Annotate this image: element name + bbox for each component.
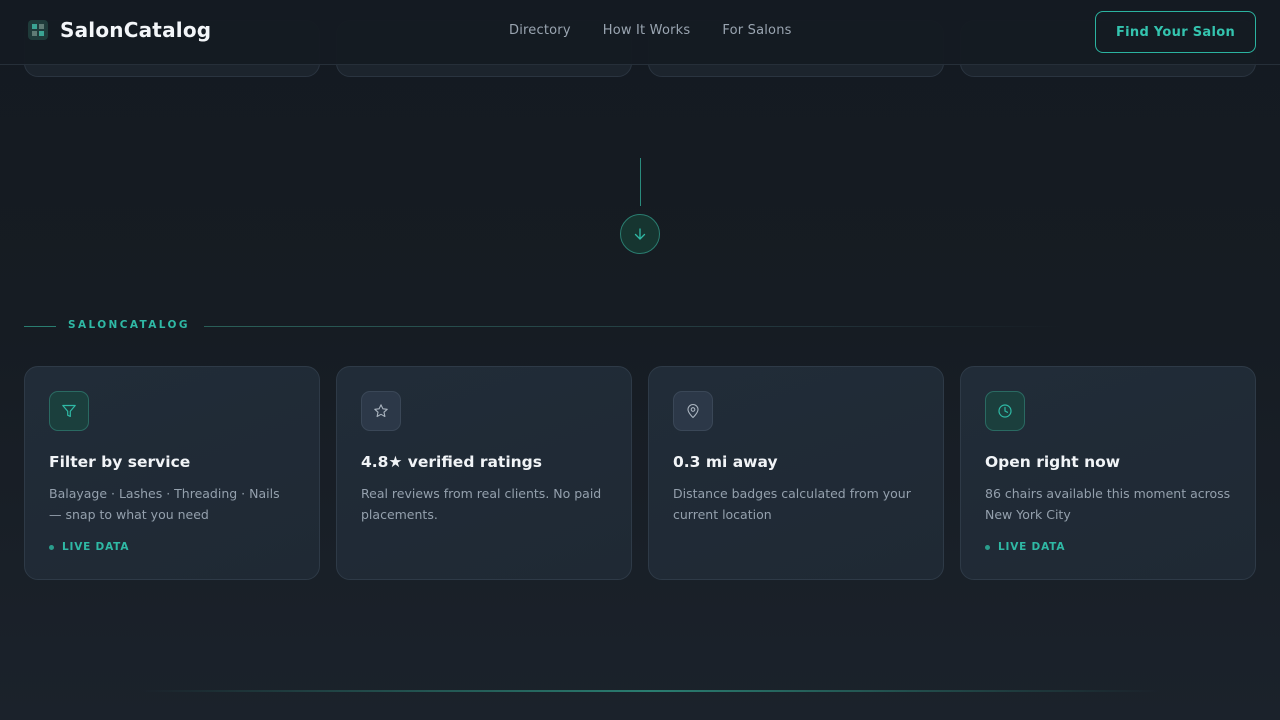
live-data-label: LIVE DATA [998, 541, 1066, 553]
scroll-indicator-line [640, 158, 641, 206]
logo-icon [28, 20, 48, 40]
card-title: 4.8★ verified ratings [361, 453, 542, 471]
map-pin-icon [673, 391, 713, 431]
page: SalonCatalog Directory How It Works For … [0, 0, 1280, 720]
star-icon [361, 391, 401, 431]
bottom-divider-glow [140, 690, 1160, 692]
filter-icon [49, 391, 89, 431]
nav-how-it-works[interactable]: How It Works [603, 23, 691, 38]
card-description: 86 chairs available this moment across N… [985, 486, 1231, 522]
live-data-badge: LIVE DATA [49, 541, 129, 553]
card-description: Balayage · Lashes · Threading · Nails — … [49, 486, 280, 522]
clock-icon [985, 391, 1025, 431]
card-title: 0.3 mi away [673, 453, 778, 471]
feature-card-filter: Filter by service Balayage · Lashes · Th… [24, 366, 320, 580]
arrow-down-icon [634, 228, 646, 240]
nav-for-salons[interactable]: For Salons [722, 23, 791, 38]
card-description: Distance badges calculated from your cur… [673, 486, 911, 522]
feature-card-ratings: 4.8★ verified ratings Real reviews from … [336, 366, 632, 580]
card-title: Filter by service [49, 453, 191, 471]
brand-name: SalonCatalog [60, 18, 212, 42]
brand[interactable]: SalonCatalog [28, 18, 211, 42]
live-data-badge: LIVE DATA [985, 541, 1065, 553]
section-divider-right [204, 326, 1064, 327]
feature-card-open-now: Open right now 86 chairs available this … [960, 366, 1256, 580]
section-divider-left [24, 326, 56, 327]
site-header: SalonCatalog Directory How It Works For … [0, 0, 1280, 65]
scroll-down-button[interactable] [620, 214, 660, 254]
live-dot-icon [49, 544, 54, 550]
card-title: Open right now [985, 453, 1121, 471]
section-label: SALONCATALOG [68, 319, 190, 331]
live-data-label: LIVE DATA [62, 541, 130, 553]
card-description: Real reviews from real clients. No paid … [361, 486, 602, 522]
find-your-salon-button[interactable]: Find Your Salon [1095, 11, 1256, 53]
live-dot-icon [985, 544, 990, 550]
feature-card-distance: 0.3 mi away Distance badges calculated f… [648, 366, 944, 580]
nav-directory[interactable]: Directory [509, 23, 571, 38]
main-nav: Directory How It Works For Salons [509, 23, 792, 38]
